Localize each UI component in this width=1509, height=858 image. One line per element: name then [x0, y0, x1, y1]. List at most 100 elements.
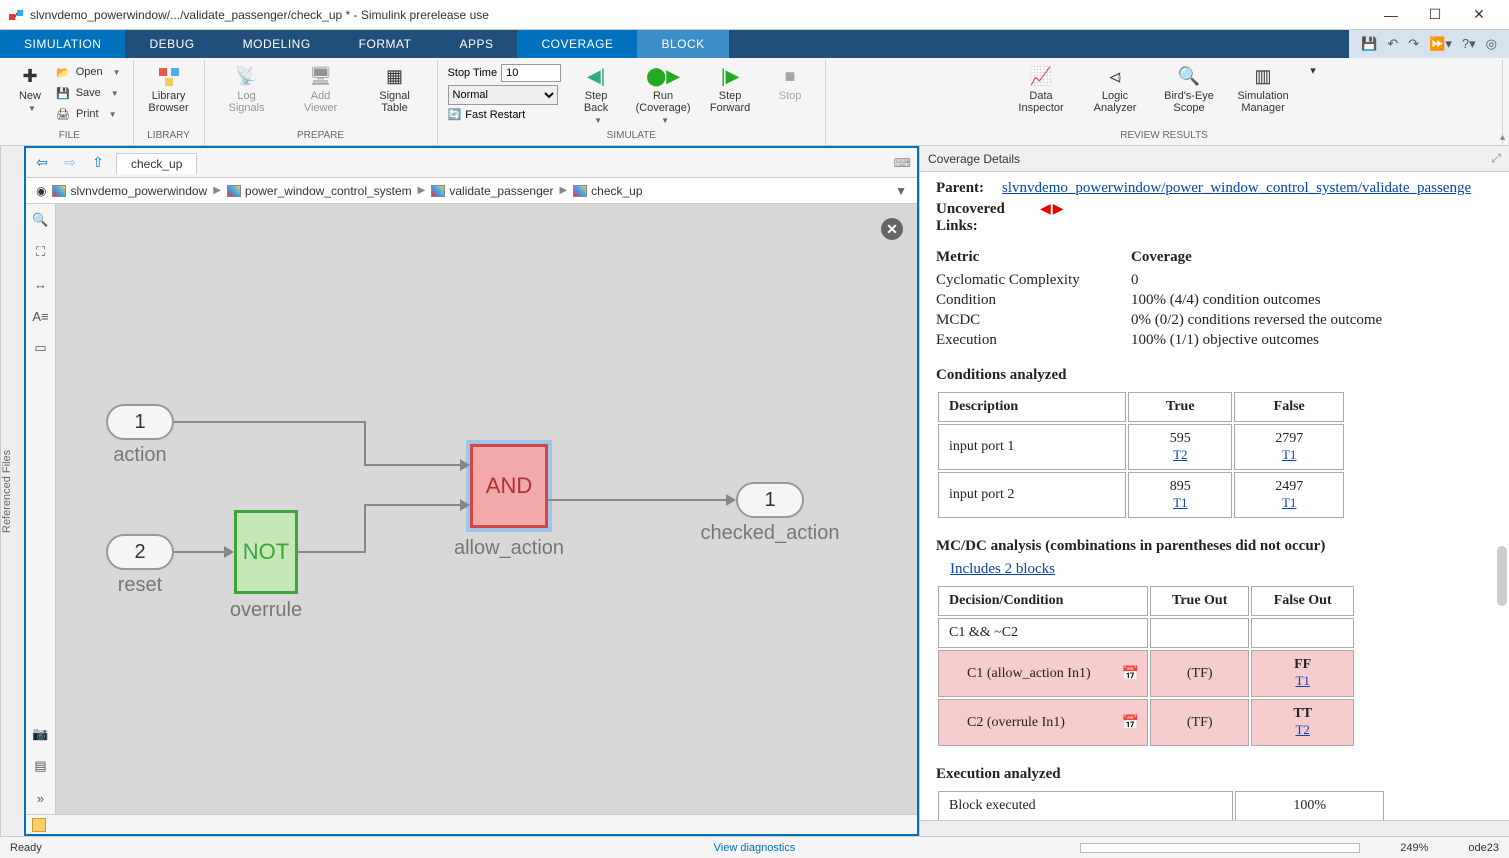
date-icon[interactable]: 📅: [1122, 715, 1139, 732]
quick-access-toolbar: 💾 ↶ ↷ ⏩▾ ?▾ ◎: [1349, 30, 1509, 58]
nav-up-button[interactable]: ⇧: [88, 153, 108, 173]
open-button[interactable]: 📂 Open▼: [50, 62, 127, 82]
inspector-icon: 📈: [1029, 64, 1053, 88]
conditions-table: DescriptionTrueFalse input port 1 595T2 …: [936, 390, 1346, 520]
tab-simulation[interactable]: SIMULATION: [0, 30, 125, 58]
tab-apps[interactable]: APPS: [435, 30, 517, 58]
model-icon: [431, 185, 445, 197]
birdseye-icon: 🔍: [1177, 64, 1201, 88]
wire: [298, 551, 364, 553]
qat-target-icon[interactable]: ◎: [1486, 36, 1497, 52]
library-browser-button[interactable]: Library Browser: [140, 62, 198, 116]
crumb-1[interactable]: power_window_control_system: [227, 184, 412, 198]
stop-button[interactable]: ■Stop: [761, 62, 819, 104]
qat-redo-icon[interactable]: ↷: [1408, 36, 1419, 52]
wire: [364, 421, 366, 466]
nav-forward-button[interactable]: ⇨: [60, 153, 80, 173]
add-viewer-button[interactable]: 🖥Add Viewer: [285, 62, 357, 116]
crumb-2[interactable]: validate_passenger: [431, 184, 553, 198]
data-inspector-button[interactable]: 📈Data Inspector: [1005, 62, 1077, 116]
zoom-level[interactable]: 249%: [1400, 842, 1428, 854]
simulation-mode-select[interactable]: Normal: [448, 85, 558, 105]
save-button[interactable]: 💾 Save▼: [50, 83, 127, 103]
test-link[interactable]: T1: [1245, 495, 1333, 511]
close-highlight-icon[interactable]: ✕: [881, 218, 903, 240]
keyboard-icon[interactable]: ⌨: [894, 156, 911, 170]
test-link[interactable]: T1: [1139, 495, 1221, 511]
crumb-3[interactable]: check_up: [573, 184, 642, 198]
horizontal-scrollbar[interactable]: [920, 820, 1509, 836]
document-tab[interactable]: check_up: [116, 153, 197, 174]
tab-modeling[interactable]: MODELING: [219, 30, 335, 58]
date-icon[interactable]: 📅: [1122, 666, 1139, 683]
breadcrumb-dropdown[interactable]: ▼: [895, 184, 907, 198]
arrow-left-icon[interactable]: ◀: [1040, 201, 1051, 218]
model-hierarchy-icon[interactable]: ◉: [36, 184, 46, 198]
autoarrange-icon[interactable]: ↔: [31, 274, 51, 294]
panel-maximize-icon[interactable]: ⤢: [1491, 151, 1501, 166]
collapse-toolstrip-icon[interactable]: ▴: [1500, 132, 1505, 143]
solver-label[interactable]: ode23: [1468, 842, 1499, 854]
simulink-canvas[interactable]: ✕ 1 2 NOT AND 1: [56, 204, 917, 814]
zoom-icon[interactable]: 🔍: [31, 210, 51, 230]
test-link[interactable]: T1: [1295, 673, 1309, 688]
fit-icon[interactable]: ⛶: [31, 242, 51, 262]
nav-back-button[interactable]: ⇦: [32, 153, 52, 173]
coverage-body[interactable]: Parent: slvnvdemo_powerwindow/power_wind…: [920, 172, 1509, 820]
metrics-table: MetricCoverage Cyclomatic Complexity0 Co…: [936, 249, 1489, 349]
tab-format[interactable]: FORMAT: [335, 30, 436, 58]
toolstrip-expand-button[interactable]: ▾: [1303, 62, 1323, 79]
maximize-button[interactable]: ☐: [1413, 1, 1457, 29]
more-icon[interactable]: »: [31, 788, 51, 808]
snapshot-icon[interactable]: 📷: [31, 724, 51, 744]
arrowhead-icon: [726, 494, 736, 506]
parent-link[interactable]: slvnvdemo_powerwindow/power_window_contr…: [1002, 180, 1471, 197]
model-canvas-panel: ⇦ ⇨ ⇧ check_up ⌨ ◉ slvnvdemo_powerwindow…: [24, 146, 919, 836]
stop-time-input[interactable]: [501, 64, 561, 82]
qat-commands-icon[interactable]: ⏩▾: [1429, 36, 1452, 52]
run-button[interactable]: ⬤▶Run (Coverage)▼: [627, 62, 699, 127]
close-button[interactable]: ✕: [1457, 1, 1501, 29]
table-row: input port 1 595T2 2797T1: [938, 424, 1344, 470]
crumb-0[interactable]: slvnvdemo_powerwindow: [52, 184, 207, 198]
arrow-right-icon[interactable]: ▶: [1053, 201, 1064, 218]
test-link[interactable]: T2: [1295, 722, 1309, 737]
progress-bar: [1080, 843, 1360, 853]
includes-link[interactable]: Includes 2 blocks: [936, 561, 1489, 578]
fast-restart-toggle[interactable]: 🔄 Fast Restart: [448, 108, 562, 121]
vertical-scrollbar[interactable]: [1497, 546, 1507, 606]
explorer-icon[interactable]: ▤: [31, 756, 51, 776]
inport-action[interactable]: 1: [106, 404, 174, 440]
tab-block[interactable]: BLOCK: [637, 30, 728, 58]
qat-undo-icon[interactable]: ↶: [1387, 36, 1398, 52]
block-allow-action[interactable]: AND: [470, 444, 548, 528]
qat-help-icon[interactable]: ?▾: [1462, 36, 1476, 52]
step-back-button[interactable]: ◀|Step Back▼: [567, 62, 625, 127]
qat-save-icon[interactable]: 💾: [1361, 36, 1377, 52]
coverage-details-panel: Coverage Details ⤢ Parent: slvnvdemo_pow…: [919, 146, 1509, 836]
uncovered-arrows[interactable]: ◀▶: [1040, 201, 1064, 218]
log-signals-button[interactable]: 📡Log Signals: [211, 62, 283, 116]
canvas-badge-icon[interactable]: [32, 818, 46, 832]
new-button[interactable]: ✚ New ▼: [12, 62, 48, 115]
birds-eye-button[interactable]: 🔍Bird's-Eye Scope: [1153, 62, 1225, 116]
test-link[interactable]: T1: [1245, 447, 1333, 463]
simmgr-icon: ▥: [1251, 64, 1275, 88]
view-diagnostics-link[interactable]: View diagnostics: [714, 842, 796, 854]
test-link[interactable]: T2: [1139, 447, 1221, 463]
print-button[interactable]: 🖨 Print▼: [50, 104, 127, 124]
minimize-button[interactable]: —: [1369, 1, 1413, 29]
outport-checked-action[interactable]: 1: [736, 482, 804, 518]
annotate-icon[interactable]: A≡: [31, 306, 51, 326]
sim-manager-button[interactable]: ▥Simulation Manager: [1227, 62, 1299, 116]
referenced-files-rail[interactable]: Referenced Files: [0, 146, 24, 836]
uncovered-label: Uncovered Links:: [936, 201, 1026, 235]
inport-reset[interactable]: 2: [106, 534, 174, 570]
tab-debug[interactable]: DEBUG: [125, 30, 218, 58]
step-forward-button[interactable]: |▶Step Forward: [701, 62, 759, 116]
tab-coverage[interactable]: COVERAGE: [517, 30, 637, 58]
signal-table-button[interactable]: ▦Signal Table: [359, 62, 431, 116]
block-overrule[interactable]: NOT: [234, 510, 298, 594]
area-icon[interactable]: ▭: [31, 338, 51, 358]
logic-analyzer-button[interactable]: ⏿Logic Analyzer: [1079, 62, 1151, 116]
